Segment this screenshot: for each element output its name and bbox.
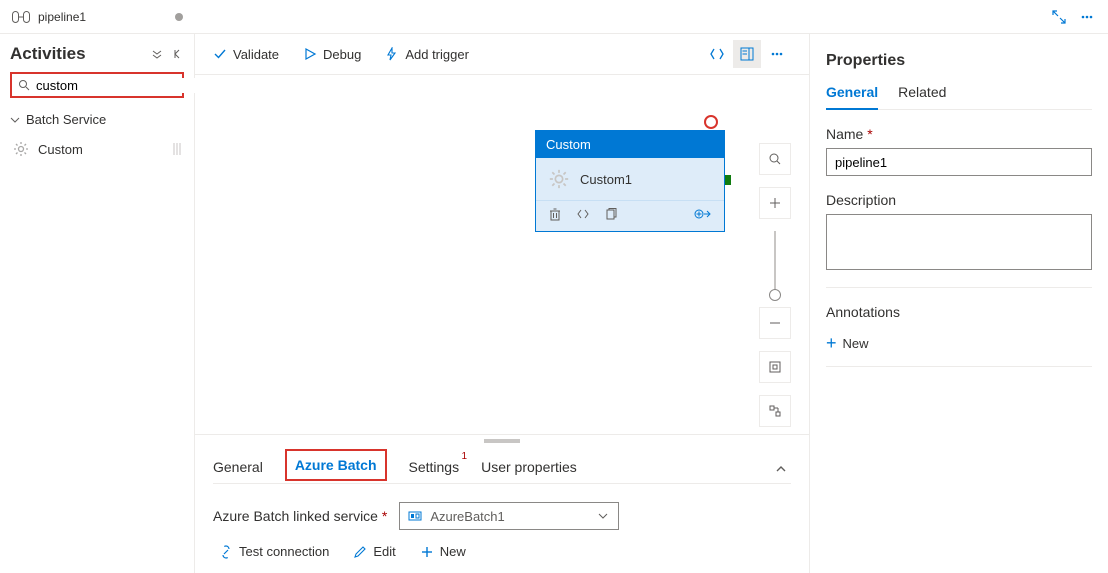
batch-icon bbox=[408, 509, 422, 523]
pipeline-canvas[interactable]: Custom Custom1 bbox=[195, 74, 809, 434]
delete-icon[interactable] bbox=[548, 207, 562, 221]
tab-strip: pipeline1 bbox=[0, 0, 1108, 34]
plus-icon: + bbox=[826, 334, 837, 352]
collapse-left-icon[interactable] bbox=[170, 47, 184, 61]
name-input[interactable] bbox=[826, 148, 1092, 176]
activity-node-custom[interactable]: Custom Custom1 bbox=[535, 130, 725, 232]
properties-panel: Properties General Related Name * Descri… bbox=[810, 34, 1108, 573]
chevron-down-icon bbox=[10, 115, 20, 125]
drag-handle-icon bbox=[172, 142, 182, 156]
canvas-search-button[interactable] bbox=[759, 143, 791, 175]
props-tab-related[interactable]: Related bbox=[898, 84, 946, 109]
check-icon bbox=[213, 47, 227, 61]
error-count-badge: 1 bbox=[462, 451, 468, 462]
pencil-icon bbox=[353, 545, 367, 559]
activity-item-label: Custom bbox=[38, 142, 83, 157]
description-input[interactable] bbox=[826, 214, 1092, 270]
copy-icon[interactable] bbox=[604, 207, 618, 221]
zoom-slider-thumb[interactable] bbox=[769, 289, 781, 301]
linked-service-label: Azure Batch linked service * bbox=[213, 508, 387, 524]
auto-align-button[interactable] bbox=[759, 395, 791, 427]
more-icon[interactable] bbox=[1076, 6, 1098, 28]
validation-error-indicator-icon bbox=[704, 115, 718, 129]
add-output-icon[interactable] bbox=[694, 207, 712, 221]
properties-title: Properties bbox=[826, 52, 1092, 70]
pipeline-tab[interactable]: pipeline1 bbox=[0, 10, 195, 24]
gear-icon bbox=[12, 140, 30, 158]
search-icon bbox=[18, 79, 30, 91]
tab-settings[interactable]: Settings 1 bbox=[409, 449, 460, 483]
connection-icon bbox=[219, 545, 233, 559]
collapse-down-icon[interactable] bbox=[150, 47, 164, 61]
activity-item-custom[interactable]: Custom bbox=[10, 135, 184, 163]
debug-button[interactable]: Debug bbox=[303, 47, 361, 62]
activity-group-batch-service[interactable]: Batch Service bbox=[10, 108, 184, 131]
tab-user-properties[interactable]: User properties bbox=[481, 449, 577, 483]
tab-general[interactable]: General bbox=[213, 449, 263, 483]
activity-search-input[interactable] bbox=[36, 78, 212, 93]
chevron-down-icon bbox=[596, 509, 610, 523]
node-header: Custom bbox=[536, 131, 724, 158]
validate-button[interactable]: Validate bbox=[213, 47, 279, 62]
activity-search[interactable] bbox=[10, 72, 184, 98]
panel-resize-handle[interactable] bbox=[484, 439, 520, 443]
play-icon bbox=[303, 47, 317, 61]
expand-icon[interactable] bbox=[1048, 6, 1070, 28]
linked-service-value: AzureBatch1 bbox=[430, 509, 504, 524]
unsaved-indicator-icon bbox=[175, 13, 183, 21]
edit-button[interactable]: Edit bbox=[353, 544, 395, 559]
activities-sidebar: Activities Batch Service Custom bbox=[0, 34, 195, 573]
linked-service-select[interactable]: AzureBatch1 bbox=[399, 502, 619, 530]
pipeline-icon bbox=[12, 11, 30, 23]
fit-screen-button[interactable] bbox=[759, 351, 791, 383]
code-view-button[interactable] bbox=[703, 40, 731, 68]
annotations-label: Annotations bbox=[826, 304, 1092, 320]
props-tab-general[interactable]: General bbox=[826, 84, 878, 110]
code-icon[interactable] bbox=[576, 207, 590, 221]
node-name: Custom1 bbox=[580, 172, 632, 187]
more-button[interactable] bbox=[763, 40, 791, 68]
sidebar-title: Activities bbox=[10, 44, 86, 64]
plus-icon bbox=[420, 545, 434, 559]
pipeline-toolbar: Validate Debug Add trigger bbox=[195, 34, 809, 74]
zoom-out-button[interactable] bbox=[759, 307, 791, 339]
group-label: Batch Service bbox=[26, 112, 106, 127]
zoom-slider[interactable] bbox=[774, 231, 776, 295]
properties-panel-button[interactable] bbox=[733, 40, 761, 68]
description-label: Description bbox=[826, 192, 1092, 208]
zoom-in-button[interactable] bbox=[759, 187, 791, 219]
test-connection-button[interactable]: Test connection bbox=[219, 544, 329, 559]
name-label: Name * bbox=[826, 126, 1092, 142]
tab-azure-batch[interactable]: Azure Batch bbox=[285, 449, 387, 481]
new-annotation-button[interactable]: + New bbox=[826, 334, 869, 352]
tab-name: pipeline1 bbox=[38, 10, 86, 24]
trigger-icon bbox=[385, 47, 399, 61]
activity-settings-panel: General Azure Batch Settings 1 User prop… bbox=[195, 434, 809, 573]
new-button[interactable]: New bbox=[420, 544, 466, 559]
collapse-panel-button[interactable] bbox=[771, 455, 791, 483]
gear-icon bbox=[548, 168, 570, 190]
add-trigger-button[interactable]: Add trigger bbox=[385, 47, 469, 62]
